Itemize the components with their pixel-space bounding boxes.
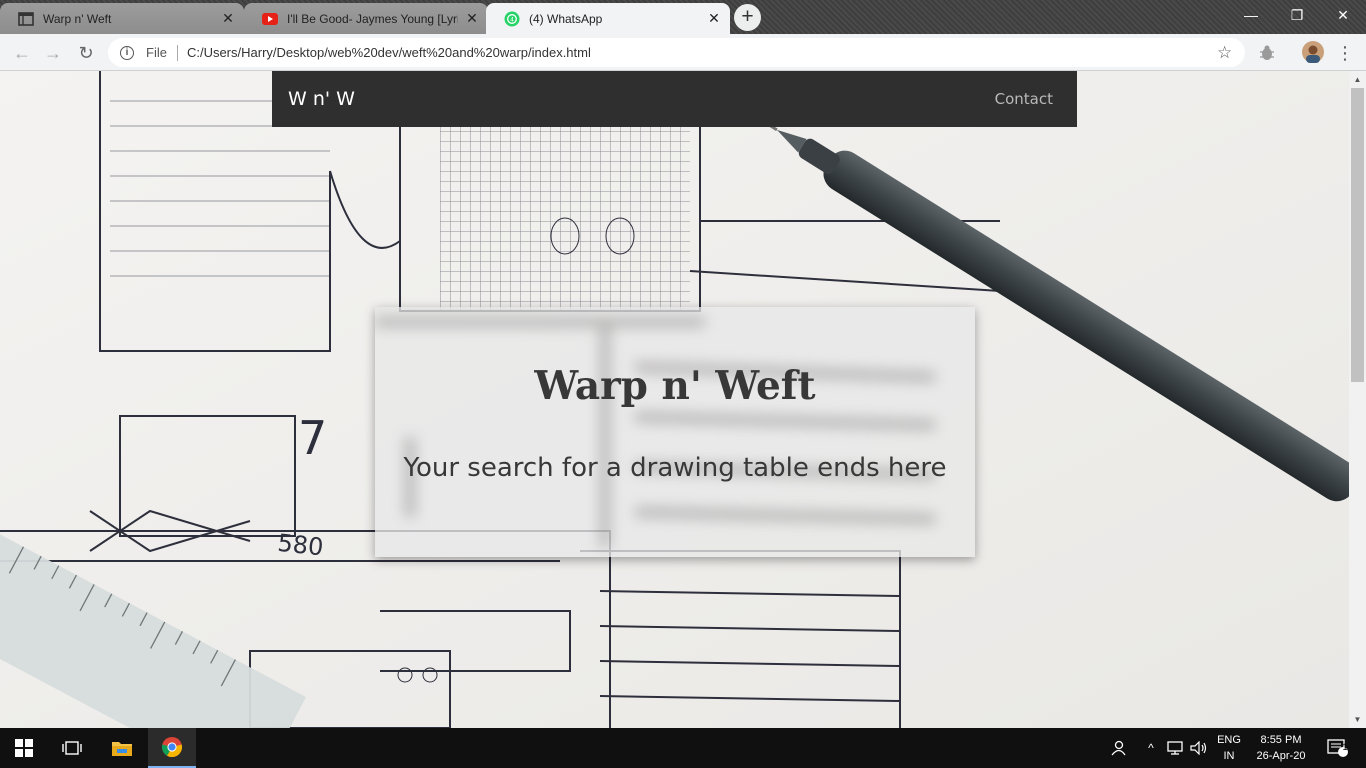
- tab-title: I'll Be Good- Jaymes Young [Lyric: [287, 11, 458, 26]
- tab-warp-n-weft[interactable]: Warp n' Weft ✕: [0, 3, 244, 34]
- page-viewport: 7 580 W n' W Contact Warp n' Weft Your s…: [0, 71, 1349, 728]
- notification-count: 1: [1342, 742, 1348, 752]
- menu-button[interactable]: ⋮: [1332, 40, 1358, 66]
- reload-button[interactable]: ↻: [73, 40, 99, 66]
- clock-time: 8:55 PM: [1260, 734, 1302, 746]
- svg-text:580: 580: [276, 529, 324, 562]
- browser-toolbar: ← → ↻ i File C:/Users/Harry/Desktop/web%…: [0, 34, 1366, 71]
- hero-card: Warp n' Weft Your search for a drawing t…: [375, 307, 975, 557]
- tab-title: (4) WhatsApp: [529, 11, 603, 26]
- extension-bug-icon[interactable]: [1258, 44, 1276, 62]
- chrome-taskbar-icon[interactable]: [148, 728, 196, 768]
- restore-button[interactable]: ❐: [1274, 0, 1320, 30]
- tab-title: Warp n' Weft: [43, 11, 112, 26]
- scheme-label: File: [146, 45, 167, 60]
- people-icon[interactable]: [1104, 728, 1130, 768]
- scrollbar-thumb[interactable]: [1351, 88, 1364, 382]
- site-brand[interactable]: W n' W: [288, 88, 355, 110]
- close-tab-icon[interactable]: ✕: [220, 10, 236, 27]
- clock-date: 26-Apr-20: [1256, 750, 1306, 762]
- tab-youtube[interactable]: I'll Be Good- Jaymes Young [Lyric ✕: [244, 3, 488, 34]
- svg-text:7: 7: [298, 411, 327, 465]
- hero-blur-backdrop: [375, 317, 936, 547]
- volume-icon[interactable]: [1188, 728, 1210, 768]
- windows-taskbar: ^ ENG IN 8:55 PM 26-Apr-20 1: [0, 728, 1366, 768]
- tab-strip: Warp n' Weft ✕ I'll Be Good- Jaymes Youn…: [0, 0, 1366, 34]
- task-view-icon[interactable]: [48, 728, 96, 768]
- windows-start-icon[interactable]: [0, 728, 48, 768]
- region-code: IN: [1223, 750, 1235, 762]
- svg-text:4: 4: [510, 16, 514, 23]
- back-button[interactable]: ←: [9, 40, 35, 66]
- address-bar[interactable]: i File C:/Users/Harry/Desktop/web%20dev/…: [108, 38, 1245, 67]
- close-window-button[interactable]: ✕: [1320, 0, 1366, 30]
- action-center-icon[interactable]: 1: [1318, 728, 1358, 768]
- page-scrollbar[interactable]: ▲ ▼: [1349, 71, 1366, 728]
- file-explorer-icon[interactable]: [98, 728, 146, 768]
- new-tab-button[interactable]: +: [734, 4, 761, 31]
- show-hidden-icons-icon[interactable]: ^: [1140, 728, 1162, 768]
- nav-link-contact[interactable]: Contact: [995, 90, 1053, 108]
- clock[interactable]: 8:55 PM 26-Apr-20: [1250, 728, 1312, 768]
- hero-title: Warp n' Weft: [534, 363, 816, 409]
- profile-avatar[interactable]: [1302, 41, 1324, 63]
- language-indicator[interactable]: ENG IN: [1212, 728, 1246, 768]
- tab-whatsapp[interactable]: 4 (4) WhatsApp ✕: [486, 3, 730, 34]
- divider: [176, 44, 178, 61]
- forward-button[interactable]: →: [40, 40, 66, 66]
- close-tab-icon[interactable]: ✕: [706, 10, 722, 27]
- minimize-button[interactable]: —: [1228, 0, 1274, 30]
- info-icon[interactable]: i: [120, 45, 134, 60]
- scroll-down-icon[interactable]: ▼: [1349, 711, 1366, 728]
- page-icon: [18, 11, 34, 27]
- url-text[interactable]: C:/Users/Harry/Desktop/web%20dev/weft%20…: [187, 45, 1217, 60]
- whatsapp-icon: 4: [504, 11, 520, 27]
- bookmark-star-icon[interactable]: ☆: [1217, 43, 1245, 63]
- network-icon[interactable]: [1164, 728, 1186, 768]
- youtube-icon: [262, 11, 278, 27]
- close-tab-icon[interactable]: ✕: [464, 10, 480, 27]
- language-code: ENG: [1217, 734, 1241, 746]
- hero-subtitle: Your search for a drawing table ends her…: [403, 453, 947, 483]
- scroll-up-icon[interactable]: ▲: [1349, 71, 1366, 88]
- site-navbar: W n' W Contact: [272, 71, 1077, 127]
